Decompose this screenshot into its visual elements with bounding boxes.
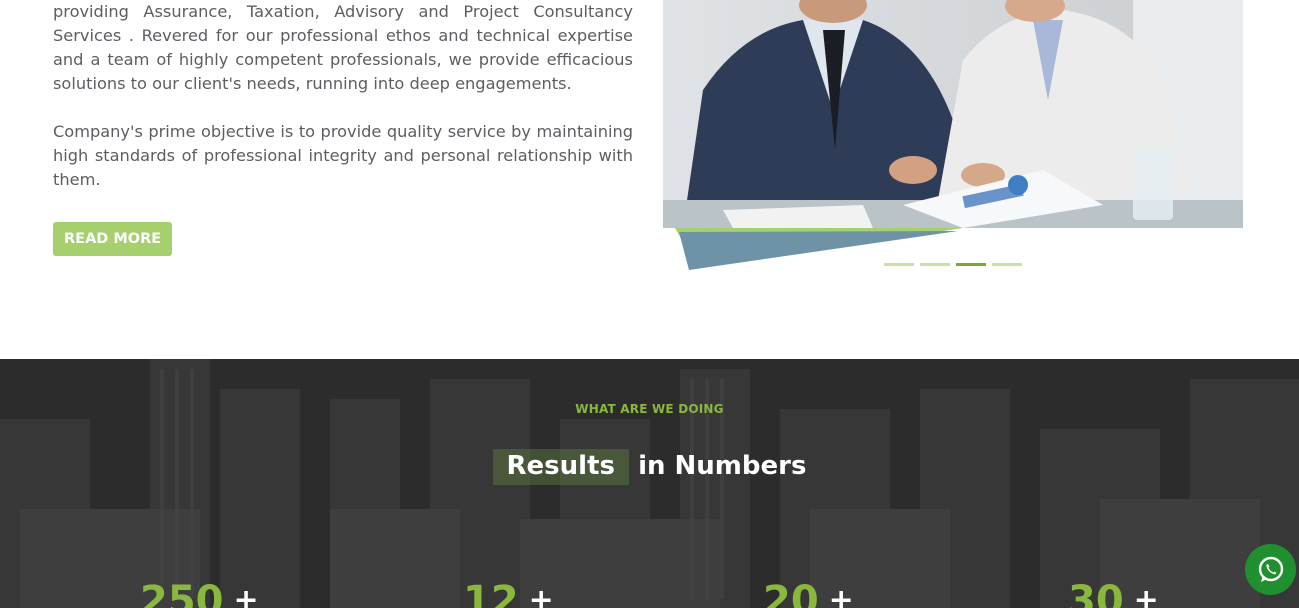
photo-carousel xyxy=(663,0,1243,275)
stats-row: 250 + 12 + 20 + 30 + xyxy=(0,581,1299,608)
stat-plus: + xyxy=(828,583,854,608)
heading-rest: in Numbers xyxy=(638,451,807,481)
business-meeting-photo xyxy=(663,0,1243,228)
about-section: providing Assurance, Taxation, Advisory … xyxy=(0,0,1299,359)
carousel-dots xyxy=(884,263,1022,269)
carousel-dot[interactable] xyxy=(884,263,914,266)
stat-value: 12 xyxy=(463,578,519,608)
stat-plus: + xyxy=(528,583,554,608)
section-heading: Results in Numbers xyxy=(0,449,1299,485)
stat-item: 250 + xyxy=(140,581,259,608)
carousel-dot[interactable] xyxy=(992,263,1022,266)
stat-value: 30 xyxy=(1068,578,1124,608)
stat-item: 30 + xyxy=(1068,581,1159,608)
section-eyebrow: WHAT ARE WE DOING xyxy=(575,402,724,416)
about-paragraph-2: Company's prime objective is to provide … xyxy=(53,122,633,189)
stat-value: 20 xyxy=(763,578,819,608)
heading-highlight: Results xyxy=(492,449,629,485)
carousel-dot[interactable] xyxy=(920,263,950,266)
whatsapp-button[interactable] xyxy=(1245,544,1296,595)
stat-plus: + xyxy=(1133,583,1159,608)
about-paragraph-1: providing Assurance, Taxation, Advisory … xyxy=(53,2,633,93)
results-section: WHAT ARE WE DOING Results in Numbers 250… xyxy=(0,359,1299,608)
carousel-dot-active[interactable] xyxy=(956,263,986,266)
stat-value: 250 xyxy=(140,578,224,608)
read-more-button[interactable]: READ MORE xyxy=(53,222,173,256)
stat-plus: + xyxy=(233,583,259,608)
stat-item: 20 + xyxy=(763,581,854,608)
whatsapp-icon xyxy=(1258,556,1283,582)
about-text: providing Assurance, Taxation, Advisory … xyxy=(53,0,633,216)
stat-item: 12 + xyxy=(463,581,554,608)
